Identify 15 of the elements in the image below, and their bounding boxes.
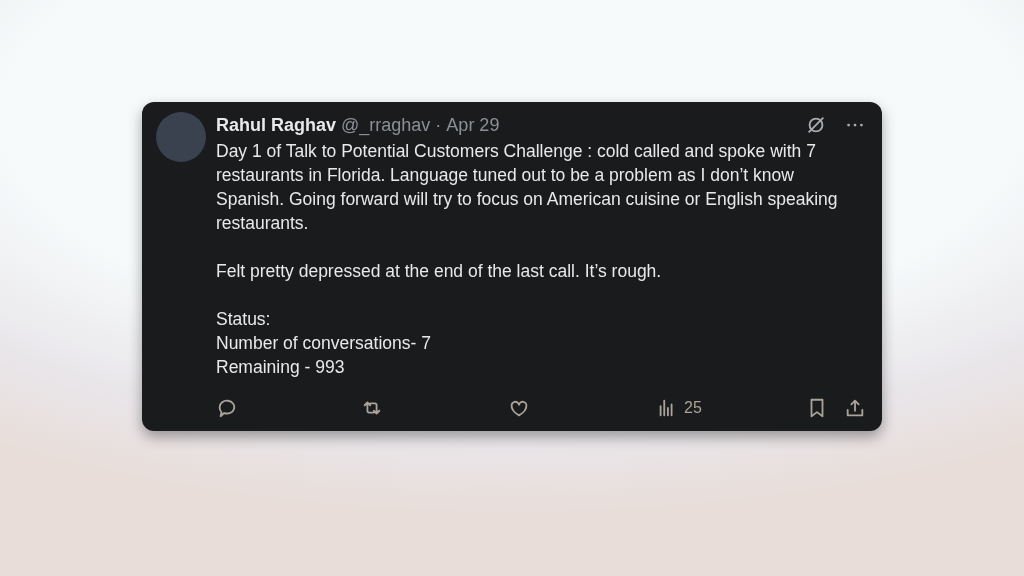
speech-bubble-icon	[216, 397, 238, 419]
post-date[interactable]: Apr 29	[446, 114, 500, 136]
post-text: Felt pretty depressed at the end of the last call. It’s rough.	[216, 260, 663, 283]
slashed-circle-icon[interactable]	[805, 114, 827, 136]
post-text: Number of conversations- 7	[216, 332, 432, 355]
views-button[interactable]: 25	[656, 397, 806, 419]
reply-button[interactable]	[216, 397, 238, 419]
post-text: Status:	[216, 308, 272, 331]
author-handle[interactable]: @_rraghav	[341, 114, 431, 136]
post-text: Remaining - 993	[216, 356, 346, 379]
post-text: Day 1 of Talk to Potential Customers Challenge : cold called and spoke with 7 restaurants in Florida. Language tuned out to be a problem as I don’t know Spanish. Going forward will try to focus on American cuisine or English speaking restaurants.	[216, 140, 839, 235]
separator: ·	[435, 114, 442, 136]
share-icon	[844, 397, 866, 419]
author-name[interactable]: Rahul Raghav	[216, 114, 337, 136]
share-button[interactable]	[844, 397, 866, 419]
